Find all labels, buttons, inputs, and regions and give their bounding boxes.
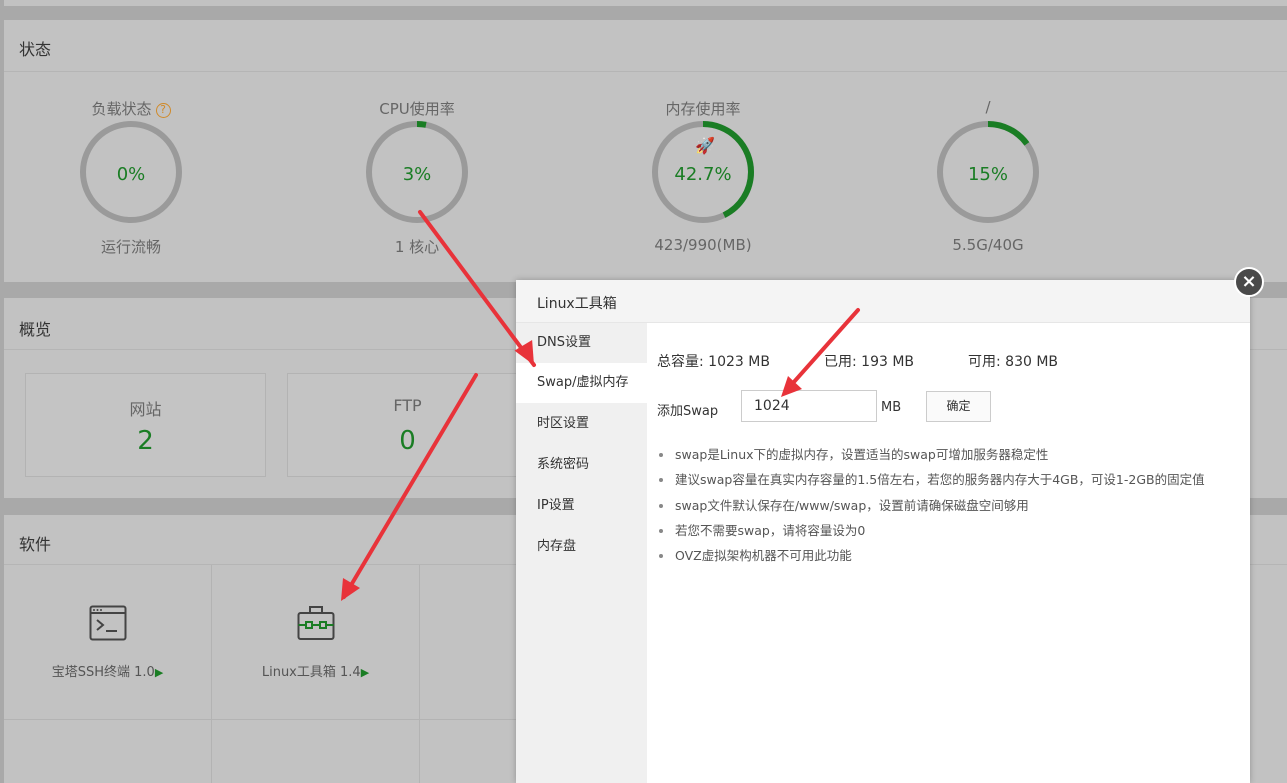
- nav-dns-settings[interactable]: DNS设置: [516, 323, 647, 363]
- overview-card-label: 网站: [129, 400, 162, 419]
- overview-panel-title: 概览: [19, 320, 52, 339]
- gauge-cpu-title: CPU使用率: [379, 100, 455, 118]
- dialog-header: Linux工具箱: [516, 280, 1250, 323]
- gauge-cpu-value: 3%: [402, 164, 432, 185]
- linux-toolbox-dialog: Linux工具箱 DNS设置 Swap/虚拟内存 时区设置 系统密码 IP设置 …: [516, 280, 1250, 783]
- nav-ip-settings[interactable]: IP设置: [516, 486, 647, 526]
- help-icon[interactable]: ?: [155, 103, 171, 118]
- software-panel-title: 软件: [19, 535, 52, 554]
- gauge-memory-value: 42.7%: [674, 164, 732, 185]
- swap-unit-label: MB: [881, 400, 902, 415]
- play-icon[interactable]: ▶: [361, 666, 369, 679]
- overview-card-sites[interactable]: 网站 2: [25, 373, 266, 477]
- tip-item: swap是Linux下的虚拟内存，设置适当的swap可增加服务器稳定性: [657, 442, 1247, 467]
- gauge-disk-value: 15%: [967, 164, 1008, 185]
- nav-system-password[interactable]: 系统密码: [516, 445, 647, 485]
- tip-item: 建议swap容量在真实内存容量的1.5倍左右，若您的服务器内存大于4GB，可设1…: [657, 467, 1247, 492]
- software-item-label: 宝塔SSH终端 1.0▶: [51, 665, 164, 680]
- software-item-label: Linux工具箱 1.4▶: [261, 665, 370, 680]
- nav-timezone-settings[interactable]: 时区设置: [516, 404, 647, 444]
- nav-ramdisk[interactable]: 内存盘: [516, 527, 647, 567]
- gauge-load-title: 负载状态?: [41, 98, 221, 119]
- swap-total: 总容量: 1023 MB: [657, 354, 770, 370]
- toolbox-icon: [297, 606, 335, 640]
- software-item-empty: [4, 720, 212, 783]
- gauge-disk-title: /: [985, 98, 991, 116]
- play-icon[interactable]: ▶: [155, 666, 163, 679]
- software-item-ssh-terminal[interactable]: 宝塔SSH终端 1.0▶: [4, 565, 212, 720]
- top-strip: [4, 0, 1287, 6]
- dialog-sidebar: DNS设置 Swap/虚拟内存 时区设置 系统密码 IP设置 内存盘: [516, 323, 647, 783]
- tip-item: OVZ虚拟架构机器不可用此功能: [657, 543, 1247, 568]
- gauge-memory-title: 内存使用率: [665, 100, 741, 118]
- status-panel-header: [4, 20, 1287, 72]
- status-panel: 状态 负载状态? 0% 运行流畅 CPU使用率 3% 1 核心 内存使用率 🚀 …: [4, 20, 1287, 282]
- overview-card-ftp[interactable]: FTP 0: [287, 373, 528, 477]
- overview-card-value[interactable]: 0: [288, 426, 527, 456]
- overview-card-label: FTP: [393, 396, 422, 415]
- dialog-content: 总容量: 1023 MB 已用: 193 MB 可用: 830 MB 添加Swa…: [647, 323, 1250, 783]
- nav-swap-virtual-memory[interactable]: Swap/虚拟内存: [516, 363, 647, 403]
- tip-item: swap文件默认保存在/www/swap，设置前请确保磁盘空间够用: [657, 493, 1247, 518]
- terminal-icon: [89, 605, 127, 641]
- gauge-load-sub: 运行流畅: [100, 238, 161, 256]
- tip-item: 若您不需要swap，请将容量设为0: [657, 518, 1247, 543]
- add-swap-label: 添加Swap: [657, 404, 719, 419]
- close-icon[interactable]: ×: [1234, 267, 1264, 297]
- rocket-icon[interactable]: 🚀: [695, 136, 715, 155]
- status-panel-title: 状态: [19, 40, 52, 59]
- gauge-load-value: 0%: [116, 164, 146, 185]
- dialog-title: Linux工具箱: [537, 296, 617, 312]
- swap-free: 可用: 830 MB: [968, 354, 1059, 370]
- gauge-cpu-sub: 1 核心: [394, 238, 440, 256]
- confirm-button[interactable]: 确定: [926, 391, 991, 422]
- software-item-empty: [212, 720, 420, 783]
- gauge-memory-sub: 423/990(MB): [654, 236, 752, 254]
- swap-size-input[interactable]: [741, 390, 877, 422]
- software-item-linux-toolbox[interactable]: Linux工具箱 1.4▶: [212, 565, 420, 720]
- swap-tips-list: swap是Linux下的虚拟内存，设置适当的swap可增加服务器稳定性 建议sw…: [657, 442, 1247, 568]
- overview-card-value[interactable]: 2: [26, 426, 265, 456]
- swap-used: 已用: 193 MB: [824, 354, 915, 370]
- gauge-disk-sub: 5.5G/40G: [952, 236, 1024, 254]
